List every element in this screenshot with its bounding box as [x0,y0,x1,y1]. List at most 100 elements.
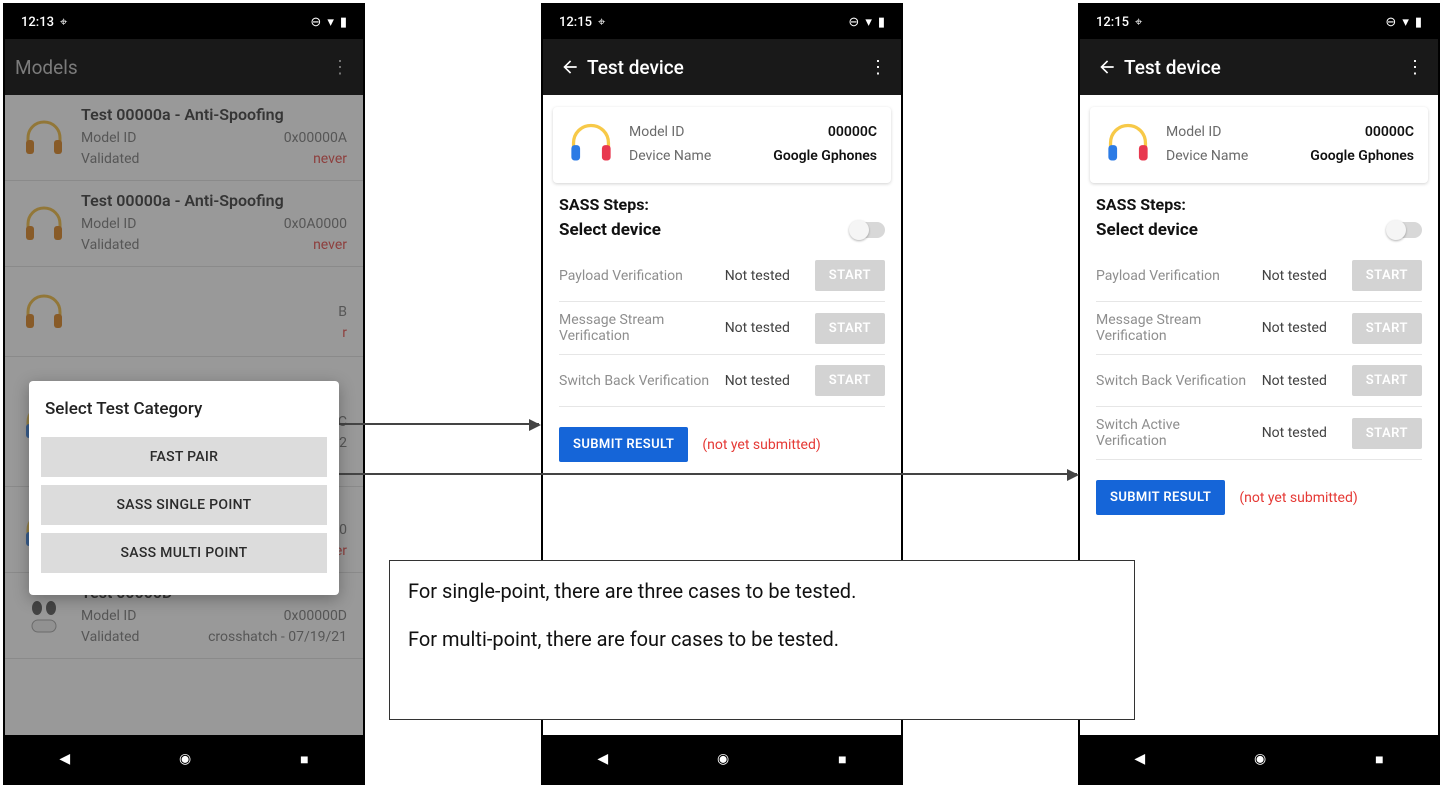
nav-bar: ◀ ◉ ■ [5,735,363,783]
submit-row: SUBMIT RESULT (not yet submitted) [1096,480,1422,515]
step-row: Switch Back Verification Not tested STAR… [559,355,885,407]
step-status: Not tested [1262,320,1342,336]
start-button[interactable]: START [1352,260,1422,291]
start-button[interactable]: START [1352,418,1422,449]
step-row: Payload Verification Not tested START [1096,250,1422,302]
more-icon[interactable]: ⋮ [863,57,893,78]
step-status: Not tested [1262,373,1342,389]
dnd-icon: ⊖ [1385,15,1396,30]
back-icon[interactable] [553,57,587,77]
headphones-icon [1104,119,1152,171]
device-info-card: Model ID00000C Device NameGoogle Gphones [553,107,891,183]
select-device-toggle[interactable] [1388,222,1422,238]
nav-recent-icon[interactable]: ■ [838,751,846,768]
status-bar: 12:15 ⌖ ⊖ ▾ ▮ [1080,5,1438,39]
nav-home-icon[interactable]: ◉ [717,751,729,767]
step-row: Switch Active Verification Not tested ST… [1096,407,1422,460]
status-time: 12:13 [21,15,54,30]
step-row: Switch Back Verification Not tested STAR… [1096,355,1422,407]
sass-multi-point-button[interactable]: SASS MULTI POINT [41,533,327,573]
step-label: Payload Verification [559,268,715,284]
step-status: Not tested [725,268,805,284]
status-bar: 12:15 ⌖ ⊖ ▾ ▮ [543,5,901,39]
device-name: Google Gphones [1310,145,1414,169]
app-bar: Test device ⋮ [543,39,901,95]
nav-back-icon[interactable]: ◀ [59,751,70,767]
nav-recent-icon[interactable]: ■ [1375,751,1383,768]
nav-home-icon[interactable]: ◉ [179,751,191,767]
caption-single: For single-point, there are three cases … [408,577,1116,605]
submit-status: (not yet submitted) [702,437,820,453]
app-bar: Test device ⋮ [1080,39,1438,95]
nav-bar: ◀ ◉ ■ [543,735,901,783]
sass-steps-label: SASS Steps: [559,195,885,214]
status-time: 12:15 [1096,15,1129,30]
step-label: Switch Active Verification [1096,417,1252,449]
select-device-row: Select device [559,220,885,240]
models-body: Test 00000a - Anti-Spoofing Model ID0x00… [5,95,363,735]
fast-pair-button[interactable]: FAST PAIR [41,437,327,477]
step-status: Not tested [1262,268,1342,284]
dnd-icon: ⊖ [848,15,859,30]
app-bar: Models ⋮ [5,39,363,95]
battery-icon: ▮ [1415,15,1422,30]
nav-home-icon[interactable]: ◉ [1254,751,1266,767]
device-name-label: Device Name [1166,145,1248,169]
step-label: Payload Verification [1096,268,1252,284]
start-button[interactable]: START [815,365,885,396]
submit-result-button[interactable]: SUBMIT RESULT [1096,480,1225,515]
caption-multi: For multi-point, there are four cases to… [408,625,1116,653]
nav-back-icon[interactable]: ◀ [597,751,608,767]
headphones-icon [567,119,615,171]
back-icon[interactable] [1090,57,1124,77]
step-status: Not tested [725,320,805,336]
more-icon[interactable]: ⋮ [325,57,355,78]
start-button[interactable]: START [1352,365,1422,396]
step-status: Not tested [725,373,805,389]
submit-row: SUBMIT RESULT (not yet submitted) [559,427,885,462]
nav-recent-icon[interactable]: ■ [300,751,308,768]
wifi-icon: ▾ [865,15,872,30]
start-button[interactable]: START [815,313,885,344]
debug-icon: ⌖ [598,15,605,30]
caption-box: For single-point, there are three cases … [389,560,1135,720]
phone-models-list: 12:13 ⌖ ⊖ ▾ ▮ Models ⋮ Test 00000a - Ant… [3,3,365,785]
model-id: 00000C [1365,121,1414,145]
arrow-single-point [332,423,539,425]
sass-single-point-button[interactable]: SASS SINGLE POINT [41,485,327,525]
battery-icon: ▮ [340,15,347,30]
nav-bar: ◀ ◉ ■ [1080,735,1438,783]
select-device-label: Select device [1096,220,1198,240]
dialog-title: Select Test Category [39,399,329,429]
select-device-toggle[interactable] [851,222,885,238]
step-label: Switch Back Verification [1096,373,1252,389]
page-title: Models [15,56,353,79]
step-row: Message Stream Verification Not tested S… [1096,302,1422,355]
battery-icon: ▮ [878,15,885,30]
submit-result-button[interactable]: SUBMIT RESULT [559,427,688,462]
debug-icon: ⌖ [60,15,67,30]
model-id-label: Model ID [629,121,684,145]
step-status: Not tested [1262,425,1342,441]
wifi-icon: ▾ [1402,15,1409,30]
device-name: Google Gphones [773,145,877,169]
status-bar: 12:13 ⌖ ⊖ ▾ ▮ [5,5,363,39]
more-icon[interactable]: ⋮ [1400,57,1430,78]
submit-status: (not yet submitted) [1239,490,1357,506]
select-device-label: Select device [559,220,661,240]
arrow-multi-point [332,473,1077,475]
wifi-icon: ▾ [327,15,334,30]
sass-steps-label: SASS Steps: [1096,195,1422,214]
step-row: Message Stream Verification Not tested S… [559,302,885,355]
step-label: Message Stream Verification [1096,312,1252,344]
step-row: Payload Verification Not tested START [559,250,885,302]
page-title: Test device [1124,56,1428,79]
start-button[interactable]: START [815,260,885,291]
model-id: 00000C [828,121,877,145]
nav-back-icon[interactable]: ◀ [1134,751,1145,767]
step-label: Switch Back Verification [559,373,715,389]
debug-icon: ⌖ [1135,15,1142,30]
step-label: Message Stream Verification [559,312,715,344]
start-button[interactable]: START [1352,313,1422,344]
dnd-icon: ⊖ [310,15,321,30]
